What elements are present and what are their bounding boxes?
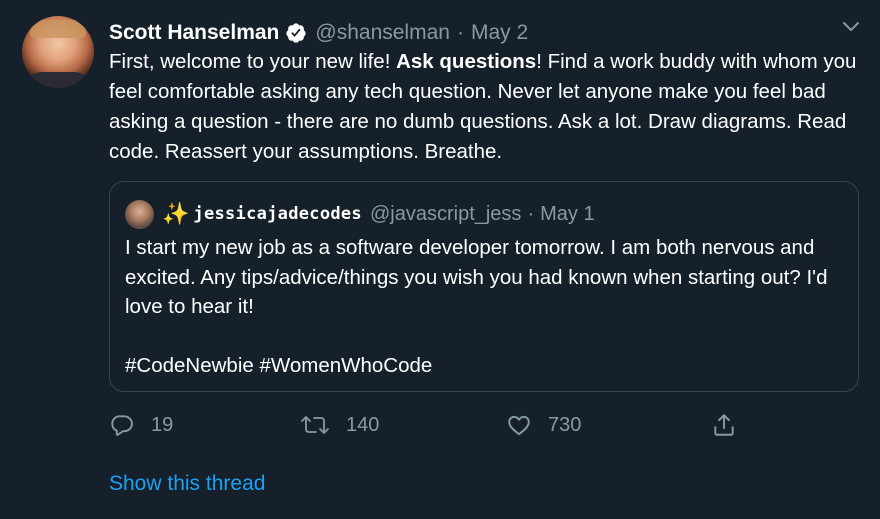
share-icon bbox=[711, 412, 737, 438]
tweet-date[interactable]: May 2 bbox=[471, 21, 528, 45]
reply-button[interactable]: 19 bbox=[109, 408, 173, 442]
quoted-separator-dot: · bbox=[527, 202, 535, 225]
avatar[interactable] bbox=[22, 16, 94, 88]
verified-badge-icon bbox=[285, 22, 307, 44]
display-name[interactable]: Scott Hanselman bbox=[109, 21, 279, 45]
chevron-down-icon[interactable] bbox=[841, 20, 861, 34]
avatar-shirt bbox=[22, 72, 94, 88]
tweet-text-bold: Ask questions bbox=[396, 50, 537, 73]
reply-count: 19 bbox=[151, 413, 174, 436]
reply-icon bbox=[109, 412, 135, 438]
like-button[interactable]: 730 bbox=[506, 408, 581, 442]
tweet-text-intro: First, welcome to your new life! bbox=[109, 50, 397, 73]
retweet-button[interactable]: 140 bbox=[300, 408, 379, 442]
retweet-icon bbox=[300, 412, 330, 438]
quoted-tweet-header: ✨ jessicajadecodes @javascript_jess · Ma… bbox=[125, 199, 595, 229]
user-handle[interactable]: @shanselman bbox=[315, 21, 450, 45]
show-thread-link[interactable]: Show this thread bbox=[109, 472, 265, 496]
avatar-hair bbox=[30, 20, 86, 38]
tweet-actions: 19 140 730 bbox=[109, 408, 749, 442]
quoted-tweet-date[interactable]: May 1 bbox=[540, 203, 594, 226]
quoted-avatar[interactable] bbox=[125, 199, 154, 229]
share-button[interactable] bbox=[711, 408, 737, 442]
tweet-text: First, welcome to your new life! Ask que… bbox=[109, 47, 869, 167]
retweet-count: 140 bbox=[346, 413, 380, 436]
tweet-header: Scott Hanselman @shanselman · May 2 bbox=[109, 19, 528, 47]
heart-icon bbox=[506, 412, 532, 438]
like-count: 730 bbox=[548, 413, 582, 436]
quoted-tweet-text: I start my new job as a software develop… bbox=[125, 236, 828, 377]
quoted-user-handle[interactable]: @javascript_jess bbox=[370, 203, 521, 226]
quoted-display-name[interactable]: jessicajadecodes bbox=[193, 204, 362, 224]
quoted-tweet[interactable]: ✨ jessicajadecodes @javascript_jess · Ma… bbox=[109, 181, 859, 392]
tweet-card[interactable]: Scott Hanselman @shanselman · May 2 Firs… bbox=[0, 0, 880, 519]
sparkle-emoji: ✨ bbox=[162, 201, 190, 226]
separator-dot: · bbox=[456, 21, 464, 44]
